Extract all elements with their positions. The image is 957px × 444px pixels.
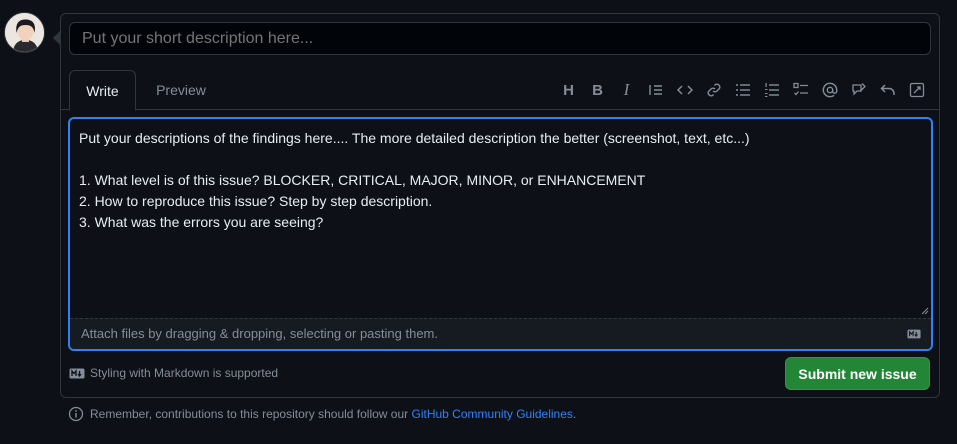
- resize-grip-icon[interactable]: [921, 307, 929, 315]
- avatar-image: [5, 13, 44, 52]
- markdown-note-label: Styling with Markdown is supported: [90, 366, 279, 380]
- avatar[interactable]: [4, 12, 45, 53]
- bold-icon[interactable]: B: [583, 78, 612, 102]
- markdown-icon: [907, 329, 921, 339]
- tab-write[interactable]: Write: [69, 70, 136, 111]
- reference-icon[interactable]: [844, 78, 873, 102]
- contribution-notice: Remember, contributions to this reposito…: [68, 406, 576, 422]
- quote-icon[interactable]: [641, 78, 670, 102]
- markdown-toolbar: H B I: [554, 78, 931, 102]
- markdown-icon: [69, 368, 85, 378]
- italic-icon[interactable]: I: [612, 78, 641, 102]
- notice-suffix: .: [572, 407, 577, 421]
- code-icon[interactable]: [670, 78, 699, 102]
- undo-icon[interactable]: [873, 78, 902, 102]
- issue-body-textarea[interactable]: Put your descriptions of the findings he…: [70, 119, 931, 317]
- attach-files-hint: Attach files by dragging & dropping, sel…: [81, 326, 438, 341]
- info-icon: [68, 406, 84, 422]
- mention-icon[interactable]: [815, 78, 844, 102]
- task-list-icon[interactable]: [786, 78, 815, 102]
- attach-files-bar[interactable]: Attach files by dragging & dropping, sel…: [70, 318, 931, 349]
- numbered-list-icon[interactable]: [757, 78, 786, 102]
- issue-body-editor: Put your descriptions of the findings he…: [68, 117, 933, 351]
- heading-icon[interactable]: H: [554, 78, 583, 102]
- tab-preview[interactable]: Preview: [146, 70, 216, 111]
- issue-title-input[interactable]: [69, 22, 931, 55]
- markdown-note[interactable]: Styling with Markdown is supported: [69, 366, 278, 380]
- fullscreen-icon[interactable]: [902, 78, 931, 102]
- link-icon[interactable]: [699, 78, 728, 102]
- editor-tabs: Write Preview H B I: [61, 70, 939, 111]
- community-guidelines-link[interactable]: GitHub Community Guidelines: [412, 407, 573, 421]
- new-issue-form: Write Preview H B I: [53, 13, 940, 398]
- submit-new-issue-button[interactable]: Submit new issue: [785, 357, 930, 390]
- notice-text: Remember, contributions to this reposito…: [90, 407, 412, 421]
- bulleted-list-icon[interactable]: [728, 78, 757, 102]
